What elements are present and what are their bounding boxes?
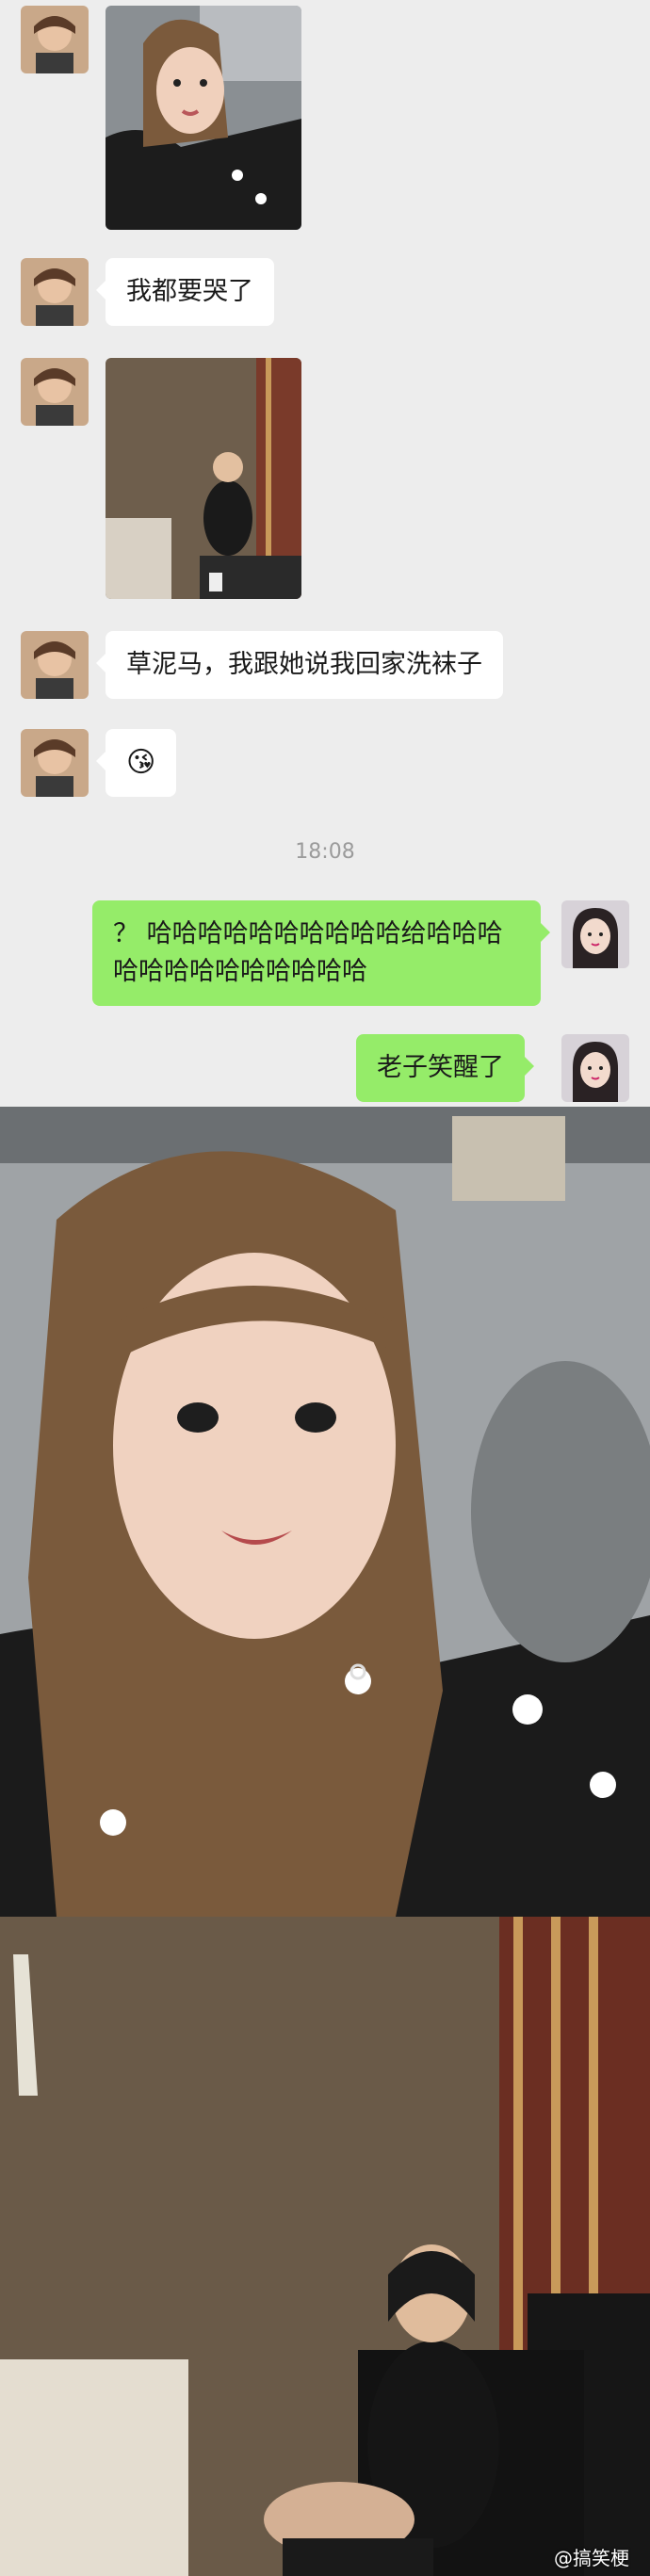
friend-avatar[interactable] (21, 6, 89, 73)
photo-message-selfie[interactable] (106, 6, 301, 230)
watermark: @搞笑梗 (554, 2547, 629, 2569)
enlarged-selfie-photo (0, 1107, 650, 1917)
message-bubble-emoji[interactable]: 😘 (95, 729, 177, 797)
my-avatar[interactable] (561, 900, 629, 968)
message-bubble-received[interactable]: 我都要哭了 (96, 258, 274, 326)
message-bubble-sent[interactable]: ？ 哈哈哈哈哈哈哈哈哈哈给哈哈哈哈哈哈哈哈哈哈哈哈哈 (92, 900, 550, 1006)
friend-avatar[interactable] (21, 631, 89, 699)
chat-timestamp: 18:08 (295, 840, 355, 864)
photo-message-room[interactable] (106, 358, 301, 599)
friend-avatar[interactable] (21, 358, 89, 426)
message-bubble-received[interactable]: 草泥马，我跟她说我回家洗袜子 (96, 631, 503, 699)
my-avatar[interactable] (561, 1034, 629, 1102)
friend-avatar[interactable] (21, 258, 89, 326)
enlarged-room-photo (0, 1917, 650, 2576)
message-bubble-sent[interactable]: 老子笑醒了 (356, 1034, 534, 1102)
friend-avatar[interactable] (21, 729, 89, 797)
chat-window: 我都要哭了 草泥马，我跟她说我回家洗袜子 😘 18:08 ？ 哈哈哈哈哈哈哈哈哈… (0, 0, 650, 1107)
